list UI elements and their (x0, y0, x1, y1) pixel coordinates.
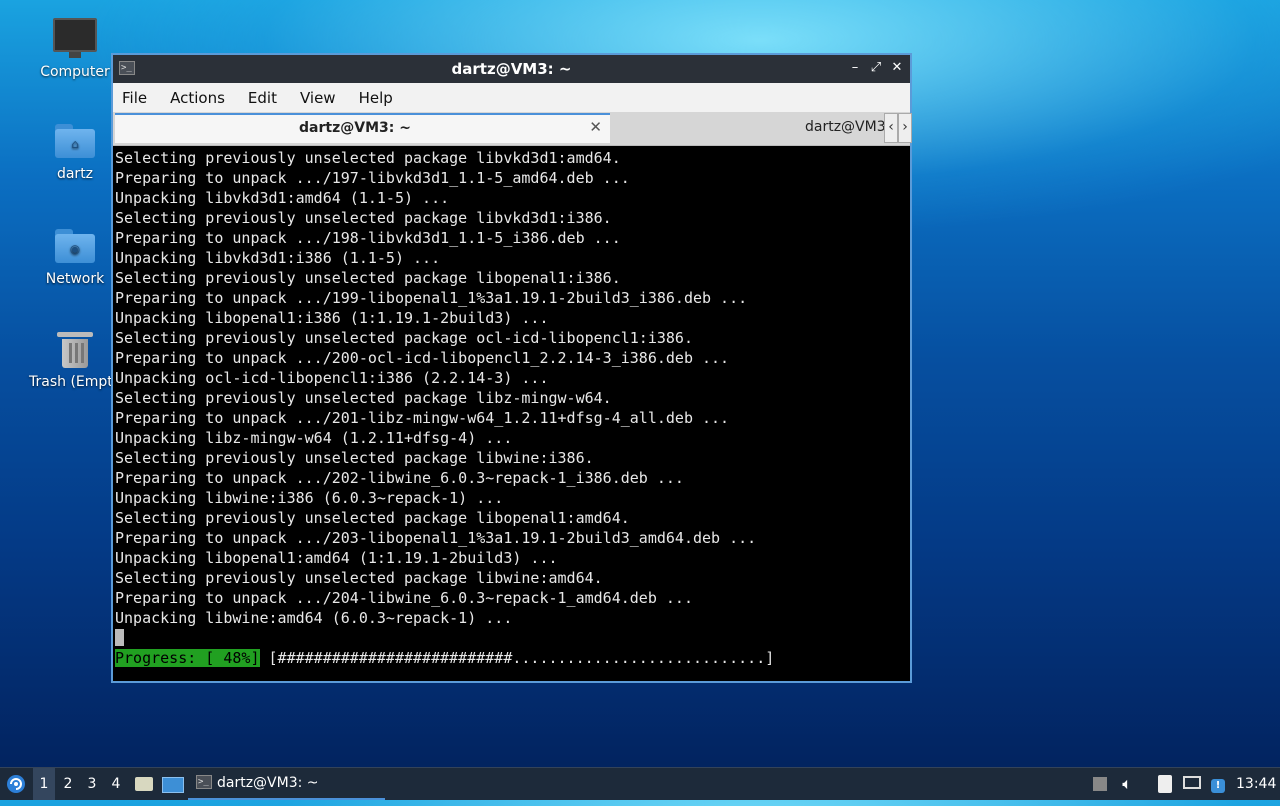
desktop-icon (162, 777, 184, 793)
terminal-line: Selecting previously unselected package … (115, 449, 594, 467)
trash-icon (57, 332, 93, 368)
terminal-line: Preparing to unpack .../202-libwine_6.0.… (115, 469, 684, 487)
taskbar-window-label: dartz@VM3: ~ (217, 775, 319, 791)
tab-bar: dartz@VM3: ~ ✕ dartz@VM3: ~ ‹ › (113, 112, 912, 146)
terminal-line: Preparing to unpack .../204-libwine_6.0.… (115, 589, 693, 607)
terminal-output[interactable]: Selecting previously unselected package … (113, 147, 910, 681)
desktop-icon-label: dartz (56, 166, 94, 182)
terminal-line: Unpacking libvkd3d1:amd64 (1.1-5) ... (115, 189, 450, 207)
computer-icon (53, 18, 97, 58)
terminal-line: Selecting previously unselected package … (115, 509, 630, 527)
home-folder-icon: ⌂ (55, 124, 95, 158)
terminal-line: Selecting previously unselected package … (115, 569, 603, 587)
terminal-line: Unpacking libvkd3d1:i386 (1.1-5) ... (115, 249, 441, 267)
terminal-line: Preparing to unpack .../201-libz-mingw-w… (115, 409, 730, 427)
desktop-icon-label: Computer (40, 64, 110, 80)
menu-view[interactable]: View (300, 89, 336, 107)
menu-bar: File Actions Edit View Help (113, 83, 910, 112)
terminal-line: Selecting previously unselected package … (115, 149, 621, 167)
workspace-2[interactable]: 2 (57, 768, 79, 800)
clipboard-icon[interactable] (1155, 768, 1175, 800)
terminal-line: Preparing to unpack .../203-libopenal1_1… (115, 529, 757, 547)
terminal-line: Unpacking libwine:i386 (6.0.3~repack-1) … (115, 489, 504, 507)
desktop-icon-label: Network (45, 271, 105, 287)
maximize-icon[interactable]: ⤢ (867, 59, 885, 77)
terminal-cursor-line (115, 628, 910, 648)
progress-label: Progress: [ 48%] (115, 649, 260, 667)
terminal-line: Selecting previously unselected package … (115, 269, 621, 287)
tab-scroll-left-icon[interactable]: ‹ (884, 113, 898, 143)
terminal-line: Unpacking libopenal1:i386 (1:1.19.1-2bui… (115, 309, 549, 327)
window-title: dartz@VM3: ~ (451, 60, 572, 78)
volume-icon[interactable]: 🔈︎ (1117, 768, 1137, 800)
network-folder-icon: ◉ (55, 229, 95, 263)
show-desktop-button[interactable] (162, 768, 184, 800)
terminal-line: Selecting previously unselected package … (115, 389, 612, 407)
terminal-line: Unpacking libwine:amd64 (6.0.3~repack-1)… (115, 609, 513, 627)
workspace-3[interactable]: 3 (81, 768, 103, 800)
terminal-line: Preparing to unpack .../199-libopenal1_1… (115, 289, 748, 307)
close-icon[interactable]: ✕ (888, 59, 906, 77)
tab-label: dartz@VM3: ~ (299, 120, 411, 136)
taskbar: 1 2 3 4 >_ dartz@VM3: ~ 🔈︎ ! 13:44 (0, 767, 1280, 800)
tab-inactive[interactable]: dartz@VM3: ~ (613, 113, 889, 143)
file-manager-launcher[interactable] (134, 768, 154, 800)
workspace-4[interactable]: 4 (105, 768, 127, 800)
terminal-cursor (115, 629, 124, 646)
progress-line: Progress: [ 48%] [######################… (115, 648, 910, 668)
terminal-icon: >_ (196, 775, 212, 789)
tab-scroll-right-icon[interactable]: › (898, 113, 912, 143)
lubuntu-logo-icon (7, 775, 25, 793)
menu-edit[interactable]: Edit (248, 89, 277, 107)
desktop-icon-network[interactable]: ◉ Network (25, 229, 125, 287)
terminal-line: Selecting previously unselected package … (115, 209, 612, 227)
menu-file[interactable]: File (122, 89, 147, 107)
workspace-1[interactable]: 1 (33, 768, 55, 800)
terminal-window: >_ dartz@VM3: ~ – ⤢ ✕ File Actions Edit … (111, 53, 912, 683)
terminal-line: Selecting previously unselected package … (115, 329, 693, 347)
tray-eject-icon[interactable] (1092, 768, 1108, 800)
start-menu-button[interactable] (4, 768, 28, 800)
desktop-icon-home-folder[interactable]: ⌂ dartz (25, 124, 125, 182)
minimize-icon[interactable]: – (846, 59, 864, 77)
terminal-line: Preparing to unpack .../198-libvkd3d1_1.… (115, 229, 621, 247)
terminal-line: Unpacking libopenal1:amd64 (1:1.19.1-2bu… (115, 549, 558, 567)
update-notifier-icon[interactable]: ! (1208, 768, 1228, 800)
clock[interactable]: 13:44 (1236, 768, 1276, 800)
desktop-icon-computer[interactable]: Computer (25, 18, 125, 80)
tab-active[interactable]: dartz@VM3: ~ ✕ (115, 113, 610, 143)
file-manager-icon (135, 777, 153, 791)
taskbar-window-terminal[interactable]: >_ dartz@VM3: ~ (188, 768, 385, 800)
menu-help[interactable]: Help (359, 89, 393, 107)
terminal-line: Preparing to unpack .../200-ocl-icd-libo… (115, 349, 730, 367)
network-icon[interactable] (1181, 768, 1203, 800)
terminal-line: Preparing to unpack .../197-libvkd3d1_1.… (115, 169, 630, 187)
tab-label: dartz@VM3: ~ (805, 119, 889, 135)
window-titlebar[interactable]: >_ dartz@VM3: ~ – ⤢ ✕ (113, 55, 910, 83)
terminal-line: Unpacking libz-mingw-w64 (1.2.11+dfsg-4)… (115, 429, 513, 447)
progress-bar: [##########################.............… (268, 649, 775, 667)
terminal-line: Unpacking ocl-icd-libopencl1:i386 (2.2.1… (115, 369, 549, 387)
tab-close-icon[interactable]: ✕ (589, 118, 602, 136)
menu-actions[interactable]: Actions (170, 89, 225, 107)
